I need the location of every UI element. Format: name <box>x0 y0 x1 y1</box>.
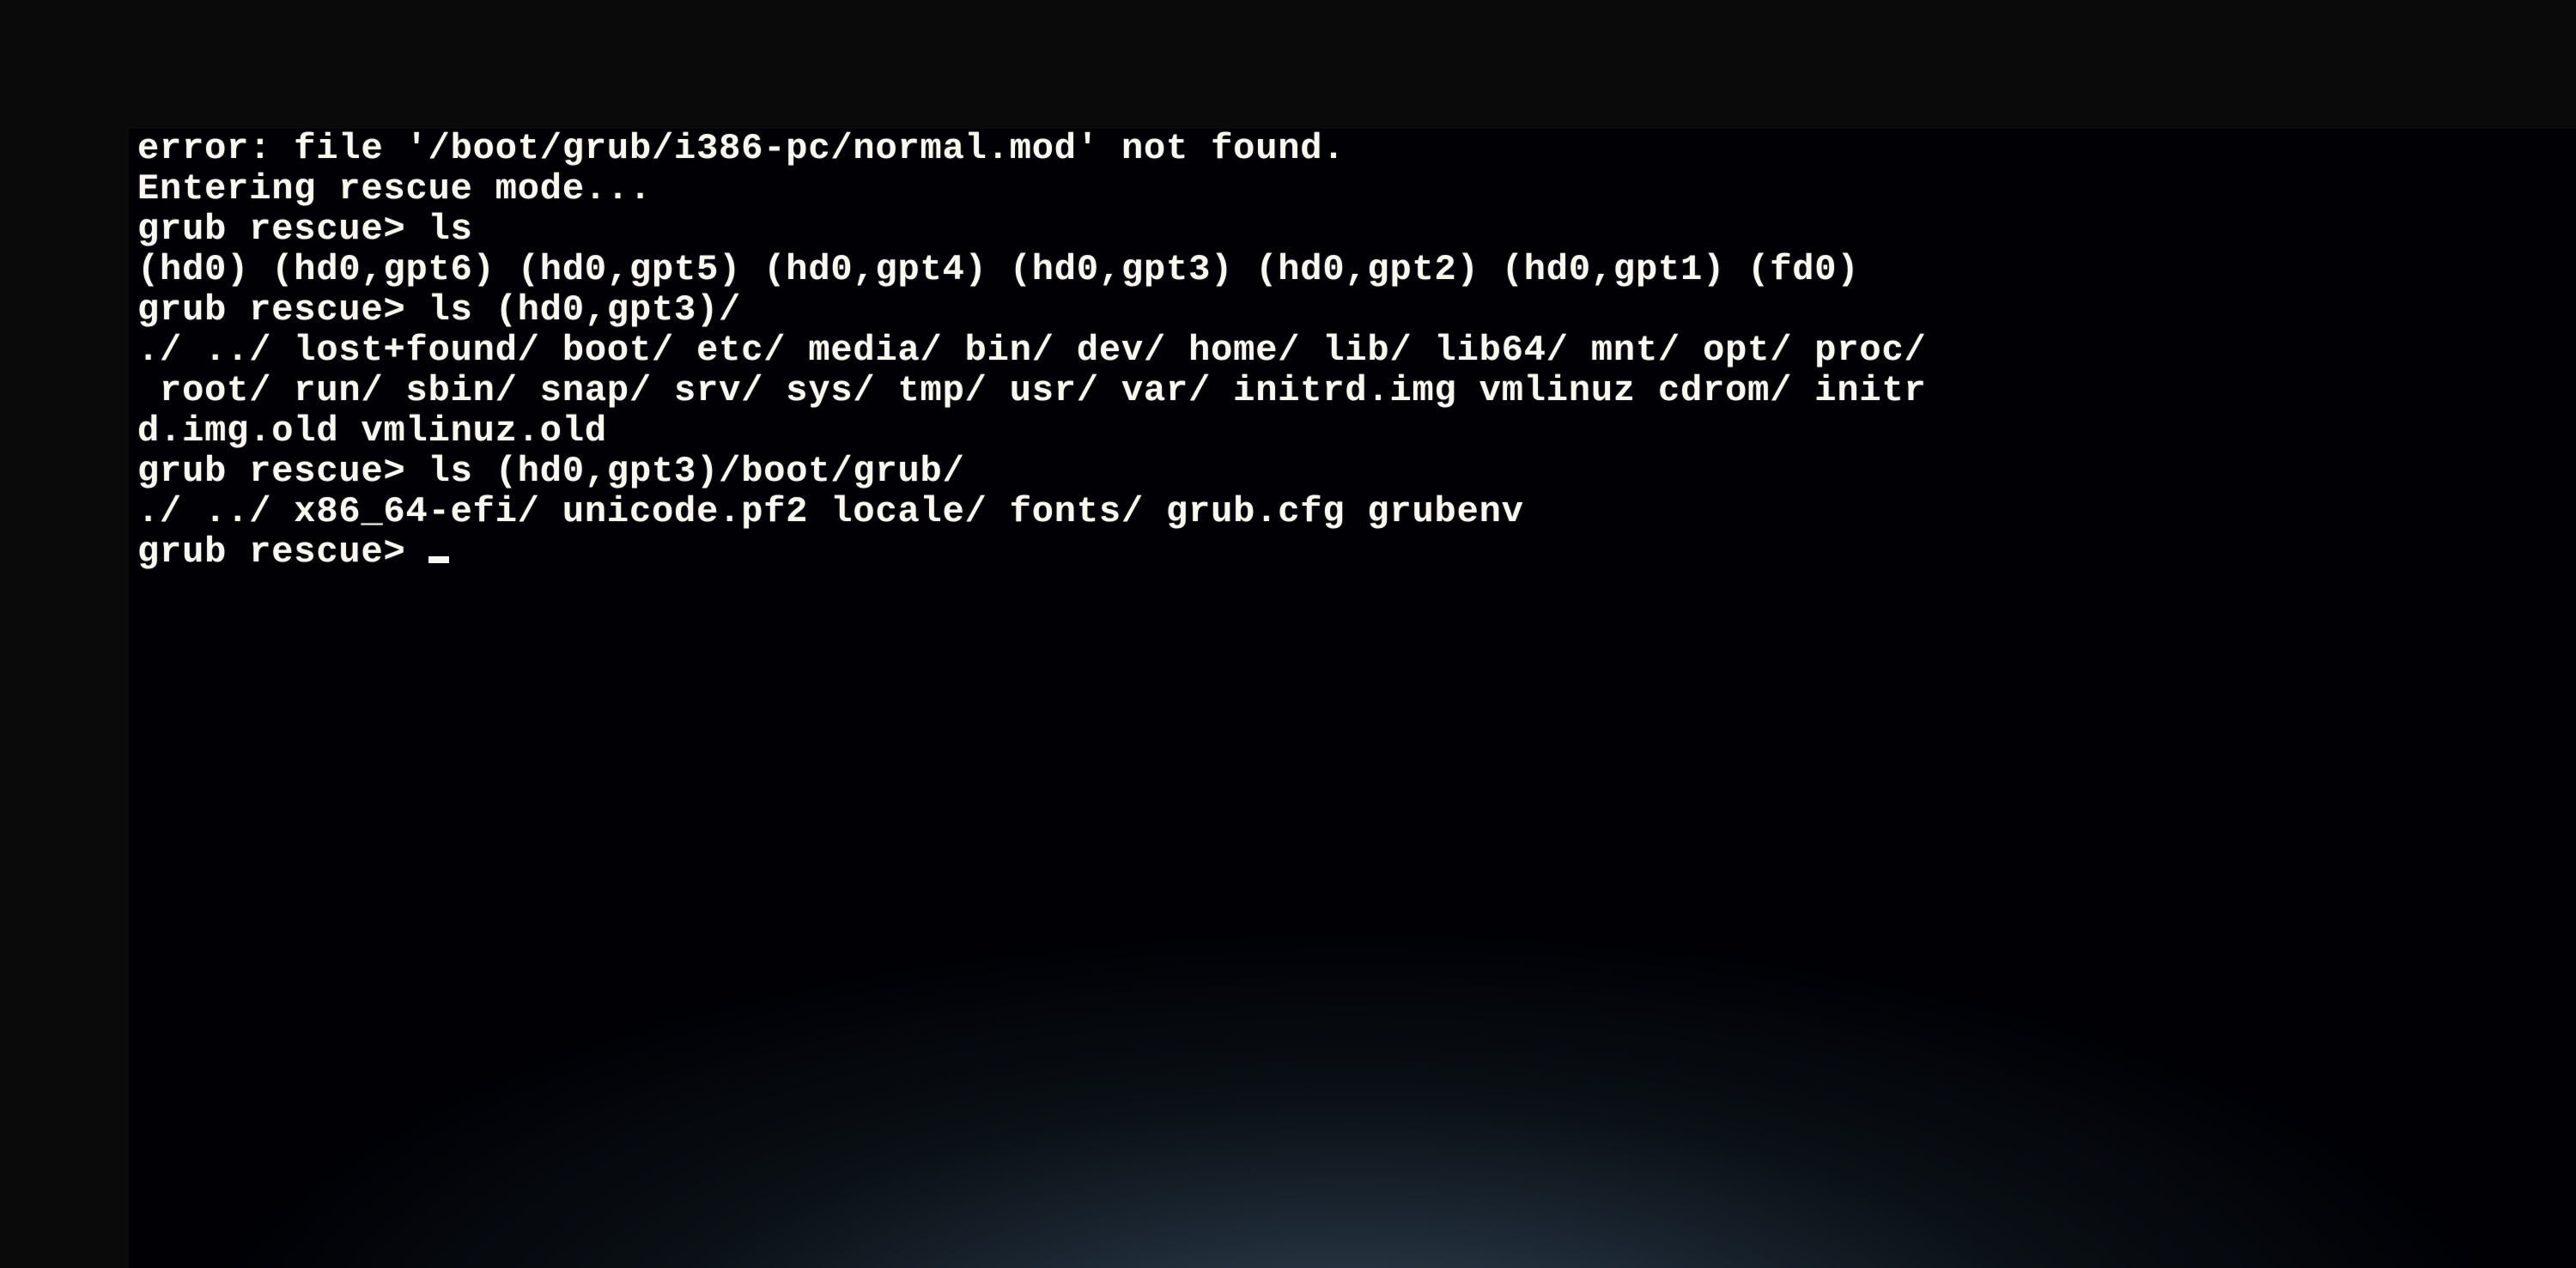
terminal-line: (hd0) (hd0,gpt6) (hd0,gpt5) (hd0,gpt4) (… <box>137 249 1859 290</box>
screen-area: error: file '/boot/grub/i386-pc/normal.m… <box>129 129 2576 1268</box>
cursor-icon <box>428 556 449 563</box>
terminal-line: error: file '/boot/grub/i386-pc/normal.m… <box>137 128 1345 169</box>
terminal-line: grub rescue> ls (hd0,gpt3)/ <box>137 289 741 331</box>
terminal-prompt: grub rescue> <box>137 531 428 573</box>
terminal-line: ./ ../ lost+found/ boot/ etc/ media/ bin… <box>137 330 1927 371</box>
terminal-line: grub rescue> ls (hd0,gpt3)/boot/grub/ <box>137 451 965 492</box>
terminal-line: root/ run/ sbin/ snap/ srv/ sys/ tmp/ us… <box>137 370 1927 411</box>
terminal-line: Entering rescue mode... <box>137 168 652 209</box>
grub-rescue-terminal[interactable]: error: file '/boot/grub/i386-pc/normal.m… <box>137 129 2567 573</box>
terminal-line: grub rescue> ls <box>137 209 473 250</box>
monitor-bezel: error: file '/boot/grub/i386-pc/normal.m… <box>0 0 2576 1268</box>
terminal-line: ./ ../ x86_64-efi/ unicode.pf2 locale/ f… <box>137 491 1524 532</box>
terminal-line: d.img.old vmlinuz.old <box>137 410 607 452</box>
